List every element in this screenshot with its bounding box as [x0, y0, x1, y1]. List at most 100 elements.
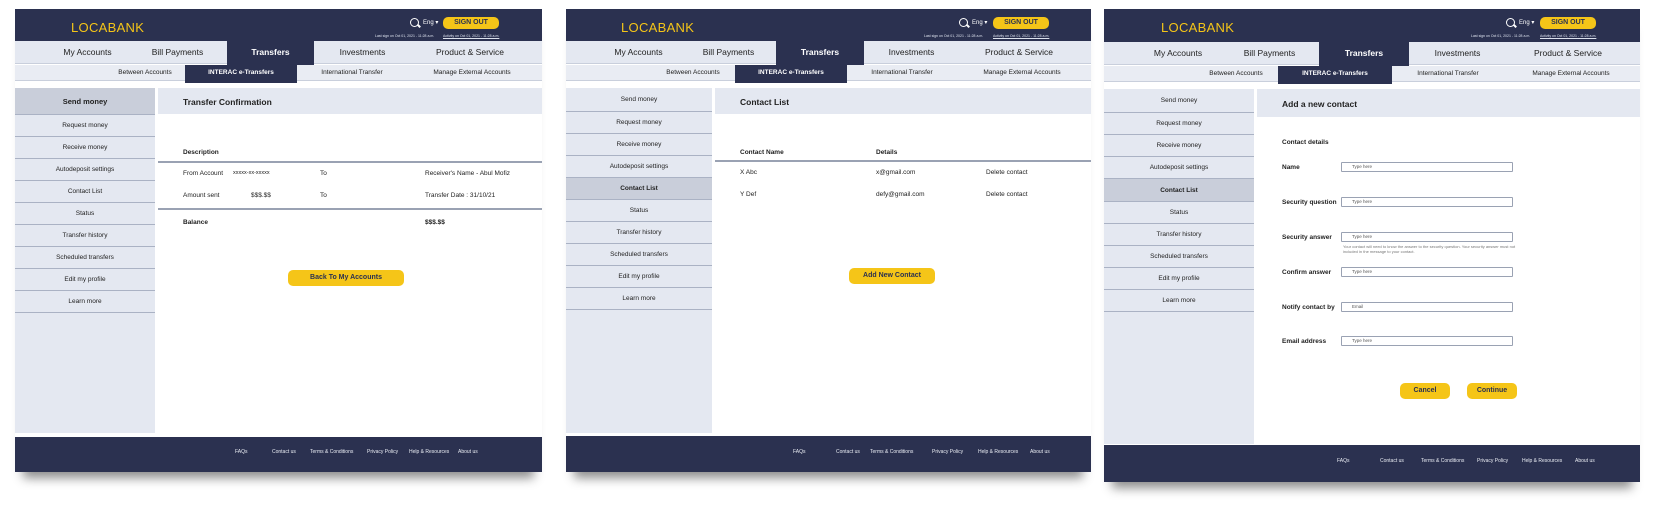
sidebar-autodeposit[interactable]: Autodeposit settings: [566, 156, 712, 178]
footer-privacy[interactable]: Privacy Policy: [367, 449, 398, 455]
language-select[interactable]: Eng ▾: [1519, 19, 1534, 26]
sidebar-autodeposit[interactable]: Autodeposit settings: [15, 159, 155, 181]
sidebar-contact-list[interactable]: Contact List: [15, 181, 155, 203]
footer-privacy[interactable]: Privacy Policy: [1477, 458, 1508, 464]
footer-contact[interactable]: Contact us: [1380, 458, 1404, 464]
delete-contact-link[interactable]: Delete contact: [986, 191, 1028, 198]
sign-out-button[interactable]: SIGN OUT: [1540, 17, 1596, 29]
footer-about[interactable]: About us: [1030, 449, 1050, 455]
sidebar-request-money[interactable]: Request money: [566, 112, 712, 134]
subnav-external[interactable]: Manage External Accounts: [1504, 66, 1638, 82]
nav-transfers[interactable]: Transfers: [776, 41, 864, 66]
nav-bill-payments[interactable]: Bill Payments: [686, 41, 771, 64]
cancel-button[interactable]: Cancel: [1400, 383, 1450, 399]
confirm-answer-input[interactable]: Type here: [1341, 267, 1513, 277]
sidebar-edit-profile[interactable]: Edit my profile: [566, 266, 712, 288]
nav-investments[interactable]: Investments: [864, 41, 959, 64]
sidebar-learn-more[interactable]: Learn more: [566, 288, 712, 310]
sidebar-status[interactable]: Status: [1104, 202, 1254, 224]
activity-link[interactable]: Activity on Oct 01, 2021 - 11:28 a.m.: [1540, 34, 1596, 38]
subnav-interac[interactable]: INTERAC e-Transfers: [185, 65, 297, 83]
nav-transfers[interactable]: Transfers: [1319, 42, 1409, 67]
footer-about[interactable]: About us: [458, 449, 478, 455]
sidebar-status[interactable]: Status: [15, 203, 155, 225]
search-icon[interactable]: [410, 18, 419, 27]
sidebar-contact-list[interactable]: Contact List: [1104, 179, 1254, 202]
subnav-between-accounts[interactable]: Between Accounts: [1194, 66, 1278, 82]
footer-help[interactable]: Help & Resources: [1522, 458, 1562, 464]
sidebar-status[interactable]: Status: [566, 200, 712, 222]
language-select[interactable]: Eng ▾: [972, 19, 987, 26]
nav-bill-payments[interactable]: Bill Payments: [1226, 42, 1313, 65]
subnav-interac[interactable]: INTERAC e-Transfers: [735, 65, 847, 83]
footer-terms[interactable]: Terms & Conditions: [870, 449, 913, 455]
sidebar-edit-profile[interactable]: Edit my profile: [15, 269, 155, 291]
nav-bill-payments[interactable]: Bill Payments: [135, 41, 220, 64]
sidebar-request-money[interactable]: Request money: [15, 115, 155, 137]
back-to-accounts-button[interactable]: Back To My Accounts: [288, 270, 404, 286]
footer-terms[interactable]: Terms & Conditions: [310, 449, 353, 455]
sidebar-autodeposit[interactable]: Autodeposit settings: [1104, 157, 1254, 179]
footer-faqs[interactable]: FAQs: [793, 449, 806, 455]
footer-help[interactable]: Help & Resources: [978, 449, 1018, 455]
footer-faqs[interactable]: FAQs: [235, 449, 248, 455]
footer-terms[interactable]: Terms & Conditions: [1421, 458, 1464, 464]
footer-privacy[interactable]: Privacy Policy: [932, 449, 963, 455]
search-icon[interactable]: [1506, 18, 1515, 27]
name-input[interactable]: Type here: [1341, 162, 1513, 172]
nav-investments[interactable]: Investments: [315, 41, 410, 64]
subnav-interac[interactable]: INTERAC e-Transfers: [1278, 66, 1392, 84]
security-answer-input[interactable]: Type here: [1341, 232, 1513, 242]
add-new-contact-button[interactable]: Add New Contact: [849, 268, 935, 284]
sidebar-scheduled[interactable]: Scheduled transfers: [15, 247, 155, 269]
footer-contact[interactable]: Contact us: [836, 449, 860, 455]
sidebar-learn-more[interactable]: Learn more: [15, 291, 155, 313]
nav-product-service[interactable]: Product & Service: [959, 41, 1079, 64]
security-question-input[interactable]: Type here: [1341, 197, 1513, 207]
subnav-between-accounts[interactable]: Between Accounts: [105, 65, 185, 81]
search-icon[interactable]: [959, 18, 968, 27]
language-select[interactable]: Eng ▾: [423, 19, 438, 26]
activity-link[interactable]: Activity on Oct 01, 2021 - 11:28 a.m.: [993, 34, 1049, 38]
logo[interactable]: LOCABANK: [71, 20, 144, 35]
sidebar-send-money[interactable]: Send money: [1104, 89, 1254, 113]
sidebar-send-money[interactable]: Send money: [566, 88, 712, 112]
subnav-external[interactable]: Manage External Accounts: [407, 65, 537, 81]
nav-product-service[interactable]: Product & Service: [1506, 42, 1630, 65]
notify-contact-select[interactable]: Email: [1341, 302, 1513, 312]
footer-help[interactable]: Help & Resources: [409, 449, 449, 455]
logo[interactable]: LOCABANK: [621, 20, 694, 35]
activity-link[interactable]: Activity on Oct 01, 2021 - 11:28 a.m.: [443, 34, 499, 38]
sidebar-learn-more[interactable]: Learn more: [1104, 290, 1254, 312]
sign-out-button[interactable]: SIGN OUT: [443, 17, 499, 29]
email-address-input[interactable]: Type here: [1341, 336, 1513, 346]
nav-transfers[interactable]: Transfers: [227, 41, 314, 66]
nav-investments[interactable]: Investments: [1409, 42, 1506, 65]
sidebar-scheduled[interactable]: Scheduled transfers: [1104, 246, 1254, 268]
footer-about[interactable]: About us: [1575, 458, 1595, 464]
delete-contact-link[interactable]: Delete contact: [986, 169, 1028, 176]
sidebar-receive-money[interactable]: Receive money: [566, 134, 712, 156]
sidebar-receive-money[interactable]: Receive money: [15, 137, 155, 159]
subnav-external[interactable]: Manage External Accounts: [957, 65, 1087, 81]
sidebar-contact-list[interactable]: Contact List: [566, 178, 712, 200]
sidebar-transfer-history[interactable]: Transfer history: [15, 225, 155, 247]
logo[interactable]: LOCABANK: [1161, 20, 1234, 35]
subnav-international[interactable]: International Transfer: [297, 65, 407, 81]
sidebar-request-money[interactable]: Request money: [1104, 113, 1254, 135]
subnav-international[interactable]: International Transfer: [847, 65, 957, 81]
sidebar-transfer-history[interactable]: Transfer history: [1104, 224, 1254, 246]
sidebar-transfer-history[interactable]: Transfer history: [566, 222, 712, 244]
footer-contact[interactable]: Contact us: [272, 449, 296, 455]
sidebar-scheduled[interactable]: Scheduled transfers: [566, 244, 712, 266]
continue-button[interactable]: Continue: [1467, 383, 1517, 399]
page-title: Contact List: [740, 97, 790, 107]
sidebar-send-money[interactable]: Send money: [15, 88, 155, 115]
subnav-between-accounts[interactable]: Between Accounts: [651, 65, 735, 81]
nav-product-service[interactable]: Product & Service: [410, 41, 530, 64]
sidebar-edit-profile[interactable]: Edit my profile: [1104, 268, 1254, 290]
sign-out-button[interactable]: SIGN OUT: [993, 17, 1049, 29]
sidebar-receive-money[interactable]: Receive money: [1104, 135, 1254, 157]
subnav-international[interactable]: International Transfer: [1392, 66, 1504, 82]
footer-faqs[interactable]: FAQs: [1337, 458, 1350, 464]
